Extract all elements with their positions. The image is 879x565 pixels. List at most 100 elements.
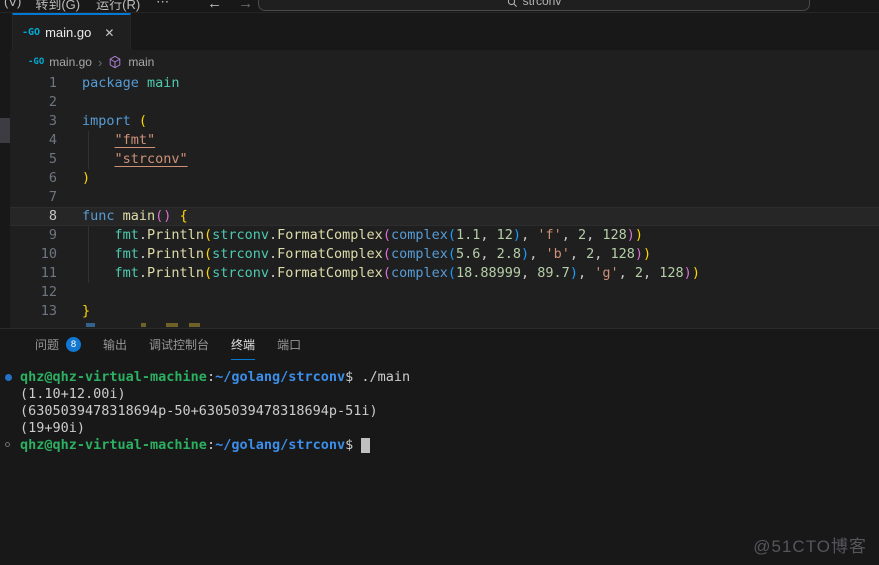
breadcrumb-symbol[interactable]: main bbox=[128, 55, 154, 69]
menu-item[interactable]: (V) bbox=[4, 0, 21, 13]
code-token: ( bbox=[204, 227, 212, 243]
command-decoration-filled[interactable] bbox=[5, 374, 12, 381]
code-token: 'g' bbox=[594, 265, 618, 281]
close-icon[interactable]: ✕ bbox=[104, 26, 114, 40]
code-token bbox=[82, 151, 115, 167]
code-token: , bbox=[480, 227, 496, 243]
terminal-line: (1.10+12.00i) bbox=[20, 386, 879, 403]
code-line[interactable]: 13} bbox=[10, 302, 879, 321]
code-token: complex bbox=[391, 265, 448, 281]
code-editor[interactable]: 1package main23import (4 "fmt"5 "strconv… bbox=[10, 74, 879, 328]
code-line[interactable]: 1package main bbox=[10, 74, 879, 93]
panel-tab-ports[interactable]: 端口 bbox=[277, 328, 301, 360]
terminal-token: : bbox=[207, 437, 215, 453]
package-symbol-icon bbox=[108, 55, 122, 69]
code-token: ( bbox=[383, 227, 391, 243]
terminal-line: (6305039478318694p-50+6305039478318694p-… bbox=[20, 403, 879, 420]
line-number: 9 bbox=[10, 226, 57, 245]
panel-tab-label: 端口 bbox=[277, 336, 301, 353]
clipped-code-fragment bbox=[141, 323, 146, 327]
code-token: package bbox=[82, 75, 139, 91]
code-token: 2 bbox=[578, 227, 586, 243]
scrollbar-thumb[interactable] bbox=[0, 118, 10, 143]
code-line[interactable]: 8func main() { bbox=[10, 207, 879, 226]
code-token: 128 bbox=[659, 265, 683, 281]
clipped-code-fragment bbox=[189, 323, 200, 327]
menu-bar: (V) 转到(G) 运行(R) ⋯ bbox=[4, 0, 185, 13]
line-number: 7 bbox=[10, 188, 57, 207]
terminal-token: : bbox=[207, 369, 215, 385]
code-token: Println bbox=[147, 246, 204, 262]
line-number: 8 bbox=[10, 207, 57, 226]
terminal-line: (19+90i) bbox=[20, 420, 879, 437]
code-token: ( bbox=[448, 246, 456, 262]
command-center-search[interactable]: strconv bbox=[258, 0, 810, 11]
line-number: 12 bbox=[10, 283, 57, 302]
panel-tab-output[interactable]: 输出 bbox=[103, 328, 127, 360]
title-bar: (V) 转到(G) 运行(R) ⋯ ← → strconv bbox=[0, 0, 879, 13]
code-line[interactable]: 6) bbox=[10, 169, 879, 188]
menu-item[interactable]: 运行(R) bbox=[96, 0, 140, 13]
code-token: 12 bbox=[497, 227, 513, 243]
tab-label: main.go bbox=[45, 25, 91, 40]
code-line[interactable]: 10 fmt.Println(strconv.FormatComplex(com… bbox=[10, 245, 879, 264]
panel-tab-terminal[interactable]: 终端 bbox=[231, 328, 255, 360]
code-line[interactable]: 5 "strconv" bbox=[10, 150, 879, 169]
editor-tab-bar: -GO main.go ✕ bbox=[0, 13, 879, 50]
code-line[interactable]: 4 "fmt" bbox=[10, 131, 879, 150]
code-token: fmt bbox=[115, 246, 139, 262]
panel-tab-problems[interactable]: 问题8 bbox=[35, 328, 81, 360]
code-token: } bbox=[82, 303, 90, 319]
code-token: . bbox=[269, 246, 277, 262]
code-token: ( bbox=[204, 246, 212, 262]
code-token: . bbox=[139, 227, 147, 243]
code-token: Println bbox=[147, 265, 204, 281]
code-line[interactable]: 2 bbox=[10, 93, 879, 112]
code-line[interactable]: 11 fmt.Println(strconv.FormatComplex(com… bbox=[10, 264, 879, 283]
go-file-icon: -GO bbox=[22, 27, 40, 38]
code-token: ) bbox=[635, 227, 643, 243]
code-token: ) bbox=[570, 265, 578, 281]
terminal-token: $ bbox=[345, 437, 361, 453]
code-line[interactable]: 7 bbox=[10, 188, 879, 207]
code-token: ) bbox=[643, 246, 651, 262]
breadcrumb-file[interactable]: main.go bbox=[49, 55, 92, 69]
code-text: fmt.Println(strconv.FormatComplex(comple… bbox=[82, 245, 651, 264]
code-token: strconv bbox=[212, 265, 269, 281]
panel-tab-label: 调试控制台 bbox=[149, 336, 209, 353]
code-token: 128 bbox=[602, 227, 626, 243]
panel-tab-bar: 问题8 输出 调试控制台 终端 端口 bbox=[35, 329, 301, 359]
code-token: func bbox=[82, 208, 115, 224]
clipped-code-fragment bbox=[86, 323, 95, 327]
code-token: "strconv" bbox=[115, 151, 188, 167]
code-line[interactable]: 3 import ( bbox=[10, 112, 879, 131]
terminal-token: (19+90i) bbox=[20, 420, 85, 436]
terminal[interactable]: qhz@qhz-virtual-machine:~/golang/strconv… bbox=[20, 369, 879, 454]
code-text: ) bbox=[82, 169, 90, 188]
code-token: , bbox=[643, 265, 659, 281]
code-token bbox=[82, 227, 115, 243]
terminal-token: ~/golang/strconv bbox=[215, 369, 345, 385]
terminal-token: (1.10+12.00i) bbox=[20, 386, 126, 402]
menu-item[interactable]: ⋯ bbox=[156, 0, 169, 13]
code-token: 2.8 bbox=[497, 246, 521, 262]
tab-main-go[interactable]: -GO main.go ✕ bbox=[12, 13, 131, 50]
code-line[interactable]: 9 fmt.Println(strconv.FormatComplex(comp… bbox=[10, 226, 879, 245]
line-number: 3 bbox=[10, 112, 57, 131]
command-decoration-hollow[interactable] bbox=[5, 442, 10, 447]
line-number: 1 bbox=[10, 74, 57, 93]
terminal-cursor bbox=[361, 438, 370, 453]
menu-item[interactable]: 转到(G) bbox=[35, 0, 80, 13]
panel-tab-debug-console[interactable]: 调试控制台 bbox=[149, 328, 209, 360]
code-token: . bbox=[139, 246, 147, 262]
code-token: , bbox=[578, 265, 594, 281]
code-token: , bbox=[521, 265, 537, 281]
left-rail bbox=[0, 13, 10, 328]
code-text: import ( bbox=[82, 112, 147, 131]
code-token: , bbox=[594, 246, 610, 262]
terminal-token: $ ./main bbox=[345, 369, 410, 385]
code-token: { bbox=[180, 208, 188, 224]
forward-arrow-icon[interactable]: → bbox=[238, 0, 253, 12]
code-line[interactable]: 12 bbox=[10, 283, 879, 302]
back-arrow-icon[interactable]: ← bbox=[207, 0, 222, 12]
